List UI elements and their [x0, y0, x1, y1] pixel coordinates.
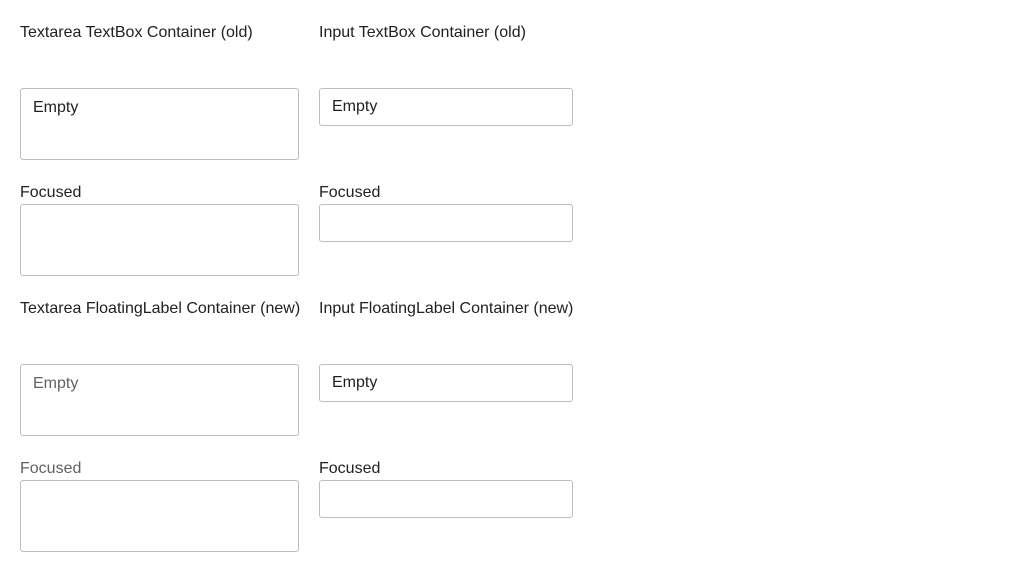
textarea-old-empty-text: Empty [33, 99, 79, 116]
input-new-floating-label: Empty [332, 374, 378, 391]
input-new-heading: Input FloatingLabel Container (new) [319, 300, 574, 317]
input-old-focused-field[interactable] [319, 204, 573, 242]
input-old-empty-field[interactable]: Empty [319, 88, 573, 126]
textarea-new-heading: Textarea FloatingLabel Container (new) [20, 300, 301, 317]
textarea-new-floating-label: Empty [33, 375, 79, 392]
input-old-heading: Input TextBox Container (old) [319, 24, 526, 41]
input-new-focused-label: Focused [319, 460, 381, 477]
textarea-new-focused-field[interactable] [20, 480, 299, 552]
textarea-old-heading: Textarea TextBox Container (old) [20, 24, 253, 41]
textarea-old-focused-field[interactable] [20, 204, 299, 276]
input-new-focused-field[interactable] [319, 480, 573, 518]
textarea-new-focused-label: Focused [20, 460, 82, 477]
textarea-new-empty-field[interactable]: Empty [20, 364, 299, 436]
input-old-empty-text: Empty [332, 98, 378, 115]
input-old-focused-label: Focused [319, 184, 381, 201]
textarea-old-empty-field[interactable]: Empty [20, 88, 299, 160]
textarea-old-focused-label: Focused [20, 184, 82, 201]
input-new-empty-field[interactable]: Empty [319, 364, 573, 402]
